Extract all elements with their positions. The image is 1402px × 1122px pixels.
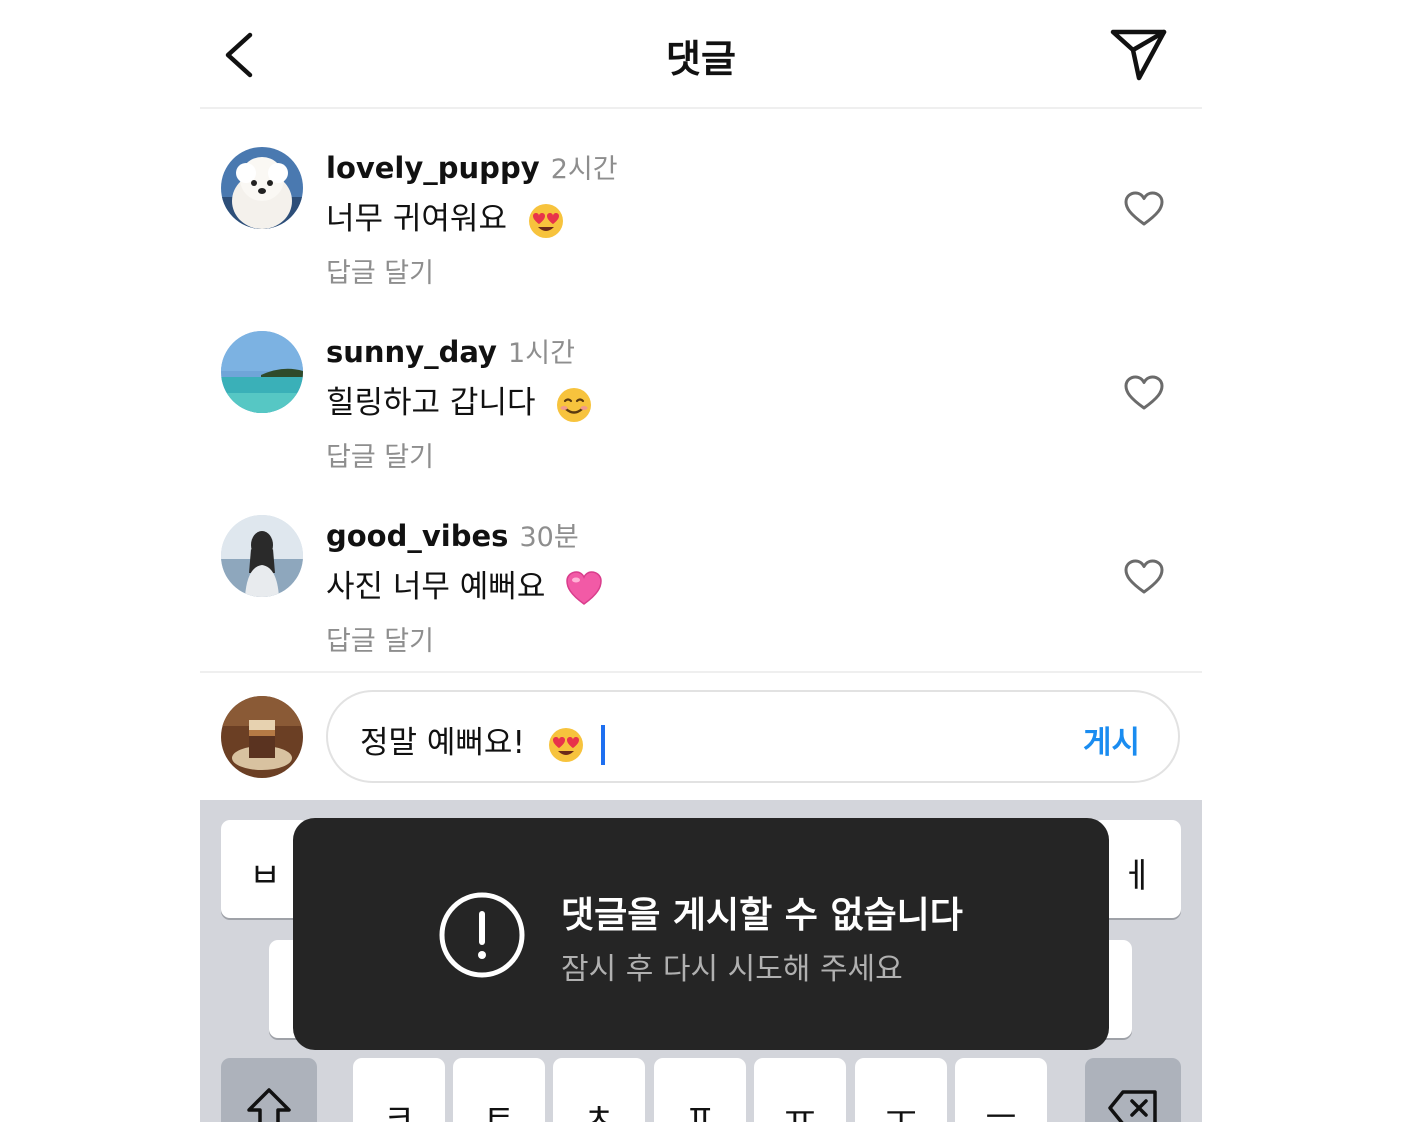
comment-input-value[interactable]: 정말 예뻐요!	[360, 717, 605, 765]
key-kieuk[interactable]: ㅋ	[353, 1058, 445, 1122]
woman-seaside-avatar[interactable]	[221, 515, 303, 597]
shift-key[interactable]	[221, 1058, 317, 1122]
shift-arrow-icon	[247, 1088, 291, 1122]
comment-text: 너무 귀여워요	[326, 201, 507, 237]
header-bar: 댓글	[200, 0, 1202, 109]
key-u[interactable]: ㅜ	[855, 1058, 947, 1122]
error-toast: 댓글을 게시할 수 없습니다 잠시 후 다시 시도해 주세요	[293, 818, 1109, 1050]
comments-screen: 댓글 lovely_puppy 2시간 너무 귀여워요 답글 달기 sunny_…	[200, 0, 1202, 1122]
heart-eyes-emoji-icon	[528, 203, 563, 238]
reply-link[interactable]: 답글 달기	[326, 435, 434, 474]
comment-username[interactable]: good_vibes	[326, 519, 508, 553]
comment-input[interactable]: 정말 예뻐요! 게시	[326, 690, 1180, 783]
paper-plane-icon	[1110, 29, 1167, 81]
coffee-avatar	[221, 696, 303, 778]
key-yu[interactable]: ㅠ	[754, 1058, 846, 1122]
heart-outline-icon[interactable]	[1124, 191, 1164, 227]
key-eu[interactable]: ㅡ	[955, 1058, 1047, 1122]
comment-text: 힐링하고 갑니다	[326, 385, 536, 421]
text-caret	[600, 724, 605, 765]
reply-link[interactable]: 답글 달기	[326, 251, 434, 290]
comment-body: 힐링하고 갑니다	[326, 377, 593, 424]
heart-eyes-emoji-icon	[548, 727, 583, 762]
comment-item: sunny_day 1시간 힐링하고 갑니다 답글 달기	[200, 331, 1202, 511]
comment-timestamp: 1시간	[508, 338, 575, 369]
toast-subtitle: 잠시 후 다시 시도해 주세요	[561, 952, 903, 987]
page-title: 댓글	[666, 37, 736, 81]
comment-username[interactable]: lovely_puppy	[326, 151, 540, 185]
delete-key[interactable]	[1085, 1058, 1181, 1122]
composer-divider	[200, 671, 1202, 673]
comment-header: good_vibes 30분	[326, 515, 579, 554]
heart-outline-icon[interactable]	[1124, 559, 1164, 595]
reply-link[interactable]: 답글 달기	[326, 619, 434, 658]
toast-title: 댓글을 게시할 수 없습니다	[561, 895, 963, 936]
comment-body: 사진 너무 예뻐요	[326, 561, 603, 608]
key-chieut[interactable]: ㅊ	[553, 1058, 645, 1122]
share-button[interactable]	[1108, 26, 1168, 84]
comment-timestamp: 2시간	[550, 154, 618, 185]
comment-item: lovely_puppy 2시간 너무 귀여워요 답글 달기	[200, 147, 1202, 327]
comment-input-text: 정말 예뻐요!	[360, 725, 525, 761]
key-pieup[interactable]: ㅍ	[654, 1058, 746, 1122]
pink-heart-emoji-icon	[566, 570, 602, 605]
exclamation-circle-icon	[439, 892, 525, 978]
heart-outline-icon[interactable]	[1124, 375, 1164, 411]
post-button[interactable]: 게시	[1083, 717, 1140, 762]
comment-username[interactable]: sunny_day	[326, 335, 497, 369]
comment-body: 너무 귀여워요	[326, 193, 565, 240]
puppy-avatar[interactable]	[221, 147, 303, 229]
comment-header: lovely_puppy 2시간	[326, 147, 618, 186]
comment-timestamp: 30분	[519, 522, 579, 553]
backspace-icon	[1108, 1090, 1157, 1122]
beach-avatar[interactable]	[221, 331, 303, 413]
comment-text: 사진 너무 예뻐요	[326, 569, 546, 605]
comment-item: good_vibes 30분 사진 너무 예뻐요 답글 달기	[200, 515, 1202, 695]
comment-header: sunny_day 1시간	[326, 331, 575, 370]
key-tieut[interactable]: ㅌ	[453, 1058, 545, 1122]
smiling-face-emoji-icon	[557, 387, 592, 422]
